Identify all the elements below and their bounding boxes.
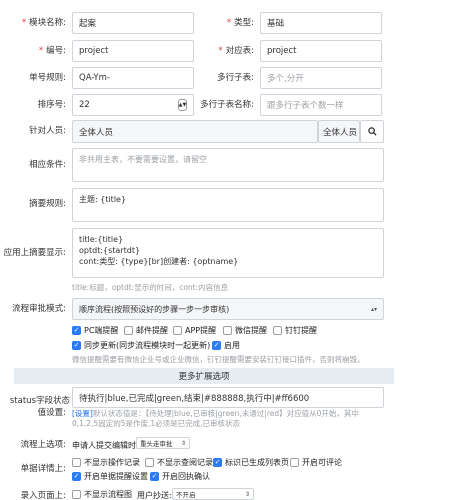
app-summary-label: 应用上摘要显示: xyxy=(3,248,66,258)
submit-edit-select[interactable]: 重头走审批 ⇕ xyxy=(136,437,190,449)
checkbox-icon xyxy=(72,490,81,499)
checkbox-checked-icon: ✓ xyxy=(72,341,81,350)
comment-checkbox[interactable]: 开启可评论 xyxy=(290,457,342,468)
multi-table-name-input[interactable]: 跟多行子表个数一样 xyxy=(260,94,382,116)
checkbox-icon xyxy=(72,458,81,467)
no-op-log-label: 不显示操作记录 xyxy=(84,458,140,467)
sort-value: 22 xyxy=(79,100,90,110)
type-input[interactable]: 基础 xyxy=(260,12,382,34)
summary-label: 摘要规则: xyxy=(29,199,66,209)
checkbox-checked-icon: ✓ xyxy=(72,472,81,481)
cc-label: 用户抄送: xyxy=(137,491,172,500)
flow-mode-value: 顺序流程(按照预设好的步骤一步一步审核) xyxy=(79,304,230,314)
app-summary-hint: title:标题，optdt:显示的时间，cont:内容信息 xyxy=(72,283,229,292)
status-hint-text: 默认状态值是：【待处理|blue,已审核|green,未通过|red】对应值从0… xyxy=(72,409,359,428)
search-button[interactable] xyxy=(360,120,384,143)
submit-edit-label: 申请人提交编辑时: xyxy=(72,441,139,450)
checkbox-icon xyxy=(290,458,299,467)
comment-label: 开启可评论 xyxy=(302,458,342,467)
notify-pc-label: PC端提醒 xyxy=(84,326,119,335)
notify-dingtalk[interactable]: 钉钉提醒 xyxy=(273,325,317,336)
checkbox-icon xyxy=(273,326,282,335)
no-op-log-checkbox[interactable]: 不显示操作记录 xyxy=(72,457,140,468)
notify-wechat[interactable]: 微信提醒 xyxy=(223,325,267,336)
more-options-section[interactable]: 更多扩展选项 xyxy=(14,368,394,384)
submit-edit-value: 重头走审批 xyxy=(140,440,173,448)
status-setting-link[interactable]: [设置] xyxy=(72,409,93,418)
checkbox-checked-icon: ✓ xyxy=(72,326,81,335)
target-input[interactable]: 全体人员 xyxy=(72,120,318,143)
module-name-label: * 模块名称: xyxy=(21,18,66,28)
status-label-2: 值设置: xyxy=(37,408,66,418)
app-summary-line: title:{title} xyxy=(79,235,124,244)
flow-mode-select[interactable]: 顺序流程(按照预设好的步骤一步一步审核) ▴▾ xyxy=(72,298,384,320)
sort-input[interactable]: 22 ▲▼ xyxy=(72,94,194,116)
sync-update-checkbox[interactable]: ✓ 同步更新(同步流程模块时一起更新) xyxy=(72,340,210,351)
module-name-input[interactable]: 起案 xyxy=(72,12,194,34)
sort-label: 排序号: xyxy=(37,100,66,110)
checkbox-checked-icon: ✓ xyxy=(150,472,159,481)
checkbox-checked-icon: ✓ xyxy=(212,341,221,350)
status-label-1: status字段状态 xyxy=(9,396,70,406)
notify-pc[interactable]: ✓ PC端提醒 xyxy=(72,325,118,336)
stepper-icon[interactable]: ▲▼ xyxy=(178,99,187,111)
notify-app-label: APP提醒 xyxy=(185,326,217,335)
chevron-updown-icon: ⇕ xyxy=(180,439,186,447)
app-summary-textarea[interactable]: title:{title} optdt:{startdt} cont:类型: {… xyxy=(72,228,384,278)
multi-table-name-label: 多行子表名称: xyxy=(200,100,254,110)
code-input[interactable]: project xyxy=(72,40,194,62)
chevron-updown-icon: ▴▾ xyxy=(370,305,377,313)
status-hint: [设置]默认状态值是：【待处理|blue,已审核|green,未通过|red】对… xyxy=(72,409,384,429)
flow-mode-label: 流程审批模式: xyxy=(12,304,66,314)
receipt-checkbox[interactable]: ✓ 开启回执确认 xyxy=(150,471,210,482)
app-summary-line: optdt:{startdt} xyxy=(79,246,141,255)
no-read-log-label: 不显示查阅记录 xyxy=(157,458,213,467)
checkbox-icon xyxy=(223,326,232,335)
doc-rule-input[interactable]: QA-Ym- xyxy=(72,67,194,89)
receipt-label: 开启回执确认 xyxy=(162,472,210,481)
no-flowchart-checkbox[interactable]: 不显示流程图 xyxy=(72,489,132,500)
table-input[interactable]: project xyxy=(260,40,382,62)
doc-remind-checkbox[interactable]: ✓ 开启单据提醒设置 xyxy=(72,471,148,482)
cc-select[interactable]: 不开启 ⇕ xyxy=(172,488,254,500)
target-addon: 全体人员 xyxy=(318,120,360,143)
notify-wechat-label: 微信提醒 xyxy=(235,326,267,335)
table-label: * 对应表: xyxy=(218,46,254,56)
multi-table-input[interactable]: 多个,分开 xyxy=(260,67,382,89)
flow-options-label: 流程上选项: xyxy=(20,440,66,450)
multi-table-label: 多行子表: xyxy=(217,73,254,83)
condition-label: 相应条件: xyxy=(29,160,66,170)
checkbox-icon xyxy=(145,458,154,467)
cc-value: 不开启 xyxy=(176,491,196,499)
list-page-checkbox[interactable]: ✓ 标识已生成列表页 xyxy=(213,457,289,468)
code-label: * 编号: xyxy=(38,46,66,56)
list-page-label: 标识已生成列表页 xyxy=(225,458,289,467)
checkbox-icon xyxy=(173,326,182,335)
target-label: 针对人员: xyxy=(29,126,66,136)
no-read-log-checkbox[interactable]: 不显示查阅记录 xyxy=(145,457,213,468)
no-flowchart-label: 不显示流程图 xyxy=(84,490,132,499)
notify-email[interactable]: 邮件提醒 xyxy=(124,325,168,336)
entry-label: 录入页面上: xyxy=(20,491,66,500)
chevron-updown-icon: ⇕ xyxy=(244,490,250,498)
detail-label: 单据详情上: xyxy=(20,464,66,474)
doc-remind-label: 开启单据提醒设置 xyxy=(84,472,148,481)
doc-rule-label: 单号规则: xyxy=(29,73,66,83)
condition-textarea[interactable]: 非共用主表，不要需要设置，请留空 xyxy=(72,148,384,182)
checkbox-checked-icon: ✓ xyxy=(213,458,222,467)
type-label: * 类型: xyxy=(226,18,254,28)
enable-checkbox[interactable]: ✓ 启用 xyxy=(212,340,240,351)
sync-update-label: 同步更新(同步流程模块时一起更新) xyxy=(84,341,211,350)
notify-hint: 微信提醒需要有微信企业号或企业微信，钉钉提醒需要安装钉钉接口插件，否则将崩毁。 xyxy=(72,355,365,364)
notify-app[interactable]: APP提醒 xyxy=(173,325,216,336)
enable-label: 启用 xyxy=(224,341,240,350)
summary-textarea[interactable]: 主题: {title} xyxy=(72,188,384,222)
notify-dingtalk-label: 钉钉提醒 xyxy=(285,326,317,335)
checkbox-icon xyxy=(124,326,133,335)
notify-email-label: 邮件提醒 xyxy=(136,326,168,335)
search-icon xyxy=(367,127,377,136)
app-summary-line: cont:类型: {type}[br]创建者: {optname} xyxy=(79,257,239,266)
status-input[interactable]: 待执行|blue,已完成|green,结束|#888888,执行中|#ff660… xyxy=(72,387,384,408)
